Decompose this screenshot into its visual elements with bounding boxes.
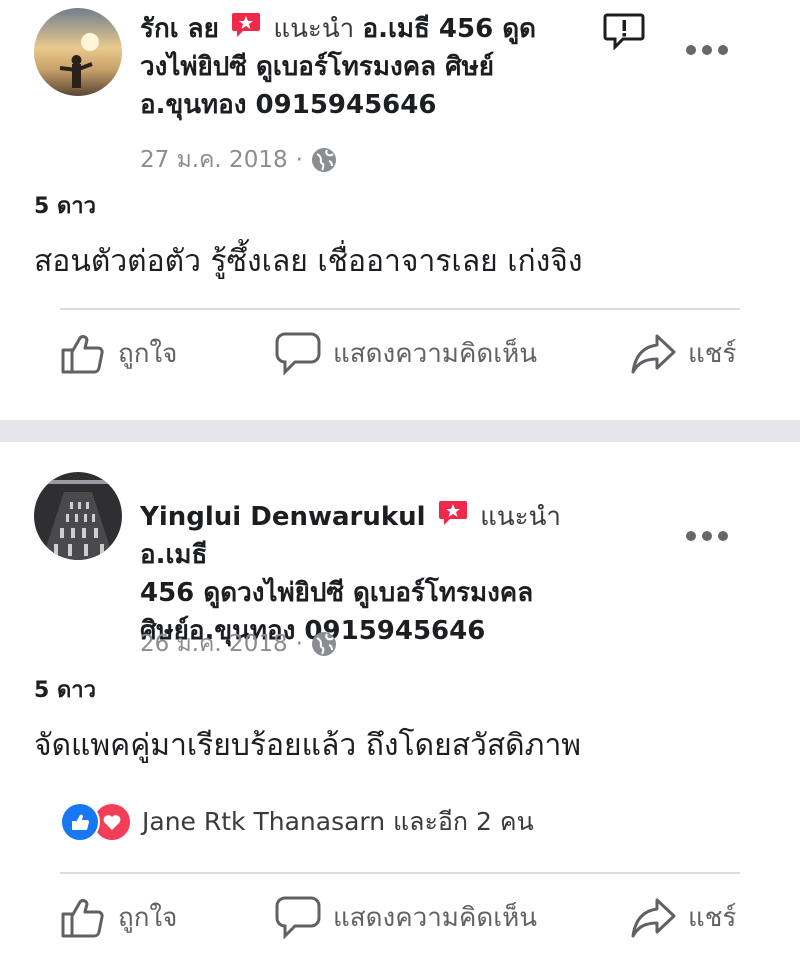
recommend-label: แนะนำ (273, 14, 355, 44)
comment-bubble-icon (275, 896, 321, 940)
star-rating: 5 ดาว (34, 194, 96, 219)
review-text: สอนตัวต่อตัว รู้ซึ้งเลย เชื่ออาจารเลย เก… (34, 244, 583, 279)
share-button[interactable]: แชร์ (630, 330, 736, 376)
comment-bubble-icon (275, 332, 321, 376)
recommend-label: แนะนำ (480, 502, 561, 532)
star-rating: 5 ดาว (34, 678, 96, 703)
more-options-icon[interactable] (686, 526, 730, 546)
globe-icon (311, 632, 336, 656)
globe-icon (311, 148, 336, 172)
page-name-line1[interactable]: อ.เมธี 456 ดูด (362, 14, 536, 44)
comment-label: แสดงความคิดเห็น (333, 338, 538, 369)
author-name[interactable]: Yinglui Denwarukul (140, 502, 426, 532)
divider-line (60, 308, 740, 310)
more-options-icon[interactable] (686, 40, 730, 60)
post-date[interactable]: 26 ม.ค. 2018 (140, 626, 288, 662)
post-date[interactable]: 27 ม.ค. 2018 (140, 142, 288, 178)
review-post-2: Yinglui Denwarukul แนะนำ อ.เมธี 456 ดูดว… (0, 442, 800, 980)
like-label: ถูกใจ (118, 338, 178, 369)
like-label: ถูกใจ (118, 902, 178, 933)
thumbs-up-icon (61, 335, 104, 374)
share-arrow-icon (631, 898, 676, 938)
meta-separator: · (295, 631, 303, 657)
author-name[interactable]: รักเ ลย (140, 14, 219, 44)
thumbs-up-icon (61, 899, 104, 938)
share-button[interactable]: แชร์ (630, 894, 736, 940)
reactions-text: Jane Rtk Thanasarn และอีก 2 คน (142, 807, 534, 836)
page-name-line3[interactable]: อ.ขุนทอง 0915945646 (140, 90, 436, 120)
page-name-line1[interactable]: อ.เมธี (140, 540, 207, 570)
post-meta: 26 ม.ค. 2018 · (140, 626, 337, 662)
share-arrow-icon (631, 334, 676, 374)
like-button[interactable]: ถูกใจ (60, 330, 177, 376)
share-label: แชร์ (688, 902, 737, 933)
review-text: จัดแพคคู่มาเรียบร้อยแล้ว ถึงโดยสวัสดิภาพ (34, 728, 582, 763)
action-bar: ถูกใจ แสดงความคิดเห็น แชร์ (0, 330, 800, 390)
author-avatar[interactable] (34, 472, 122, 560)
post-separator (0, 420, 800, 442)
like-button[interactable]: ถูกใจ (60, 894, 177, 940)
reactions-summary[interactable]: Jane Rtk Thanasarn และอีก 2 คน (60, 802, 534, 842)
post-header: รักเ ลย แนะนำ อ.เมธี 456 ดูด วงไพ่ยิปซี … (140, 10, 590, 124)
like-reaction-icon (60, 802, 100, 842)
page-name-line2[interactable]: วงไพ่ยิปซี ดูเบอร์โทรมงคล ศิษย์ (140, 52, 494, 82)
report-icon[interactable] (603, 12, 645, 51)
post-meta: 27 ม.ค. 2018 · (140, 142, 337, 178)
comment-label: แสดงความคิดเห็น (333, 902, 538, 933)
meta-separator: · (295, 147, 303, 173)
comment-button[interactable]: แสดงความคิดเห็น (275, 330, 537, 376)
recommend-badge-icon (231, 11, 261, 39)
review-post-1: รักเ ลย แนะนำ อ.เมธี 456 ดูด วงไพ่ยิปซี … (0, 0, 800, 420)
page-name-line2[interactable]: 456 ดูดวงไพ่ยิปซี ดูเบอร์โทรมงคล (140, 578, 533, 608)
action-bar: ถูกใจ แสดงความคิดเห็น แชร์ (0, 894, 800, 954)
divider-line (60, 872, 740, 874)
author-avatar[interactable] (34, 8, 122, 96)
comment-button[interactable]: แสดงความคิดเห็น (275, 894, 537, 940)
recommend-badge-icon (438, 499, 468, 527)
share-label: แชร์ (688, 338, 737, 369)
